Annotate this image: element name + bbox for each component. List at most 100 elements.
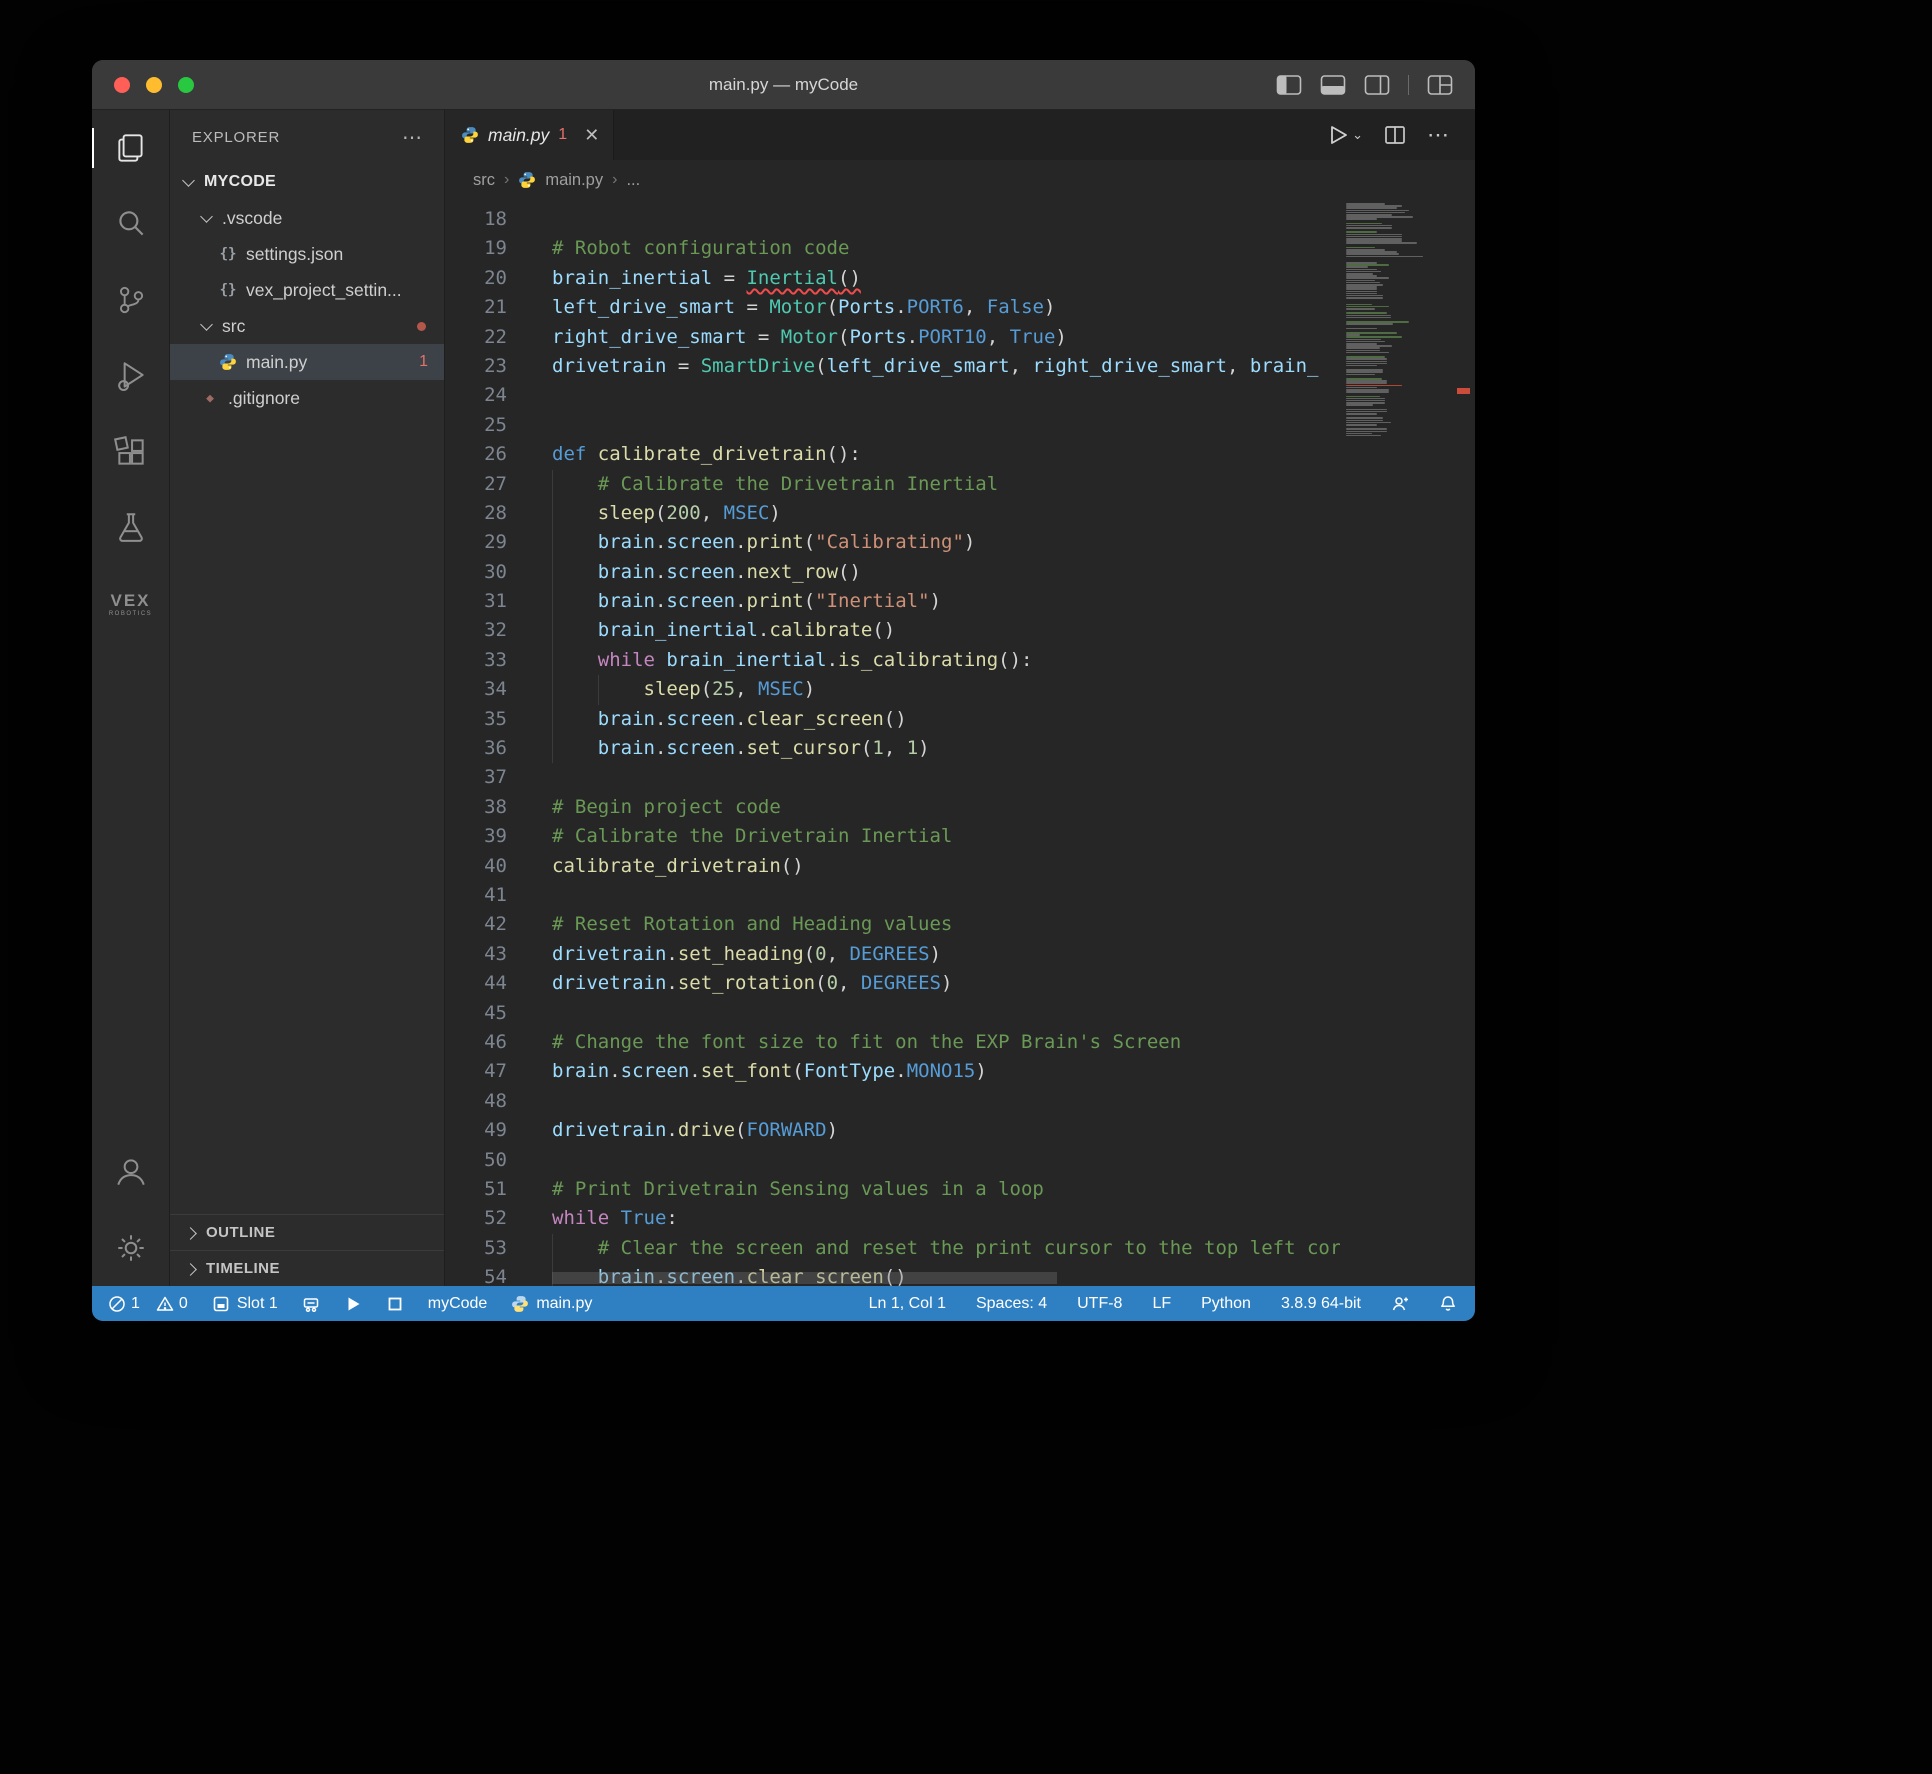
line-number[interactable]: 45	[445, 999, 507, 1028]
slot-selector[interactable]: Slot 1	[212, 1295, 278, 1313]
line-number[interactable]: 37	[445, 763, 507, 792]
line-number[interactable]: 48	[445, 1087, 507, 1116]
line-number[interactable]: 52	[445, 1204, 507, 1233]
code-line[interactable]: 46 # Change the font size to fit on the E…	[445, 1028, 1340, 1057]
line-number[interactable]: 42	[445, 910, 507, 939]
code-text[interactable]: brain.screen.print("Inertial")	[552, 587, 941, 616]
code-text[interactable]: right_drive_smart = Motor(Ports.PORT10, …	[552, 323, 1067, 352]
code-line[interactable]: 30 brain.screen.next_row()	[445, 558, 1340, 587]
problems-indicator[interactable]: 1 0	[108, 1295, 188, 1313]
timeline-panel-header[interactable]: TIMELINE	[170, 1250, 444, 1286]
code-text[interactable]: brain_inertial = Inertial()	[552, 264, 861, 293]
tree-item-vex-project-settin[interactable]: {}vex_project_settin...	[170, 272, 444, 308]
code-line[interactable]: 28 sleep(200, MSEC)	[445, 499, 1340, 528]
breadcrumb-symbol[interactable]: ...	[626, 171, 640, 190]
code-text[interactable]: # Reset Rotation and Heading values	[552, 910, 952, 939]
close-window-button[interactable]	[114, 77, 130, 93]
code-line[interactable]: 47brain.screen.set_font(FontType.MONO15)	[445, 1057, 1340, 1086]
code-text[interactable]: brain_inertial.calibrate()	[552, 616, 895, 645]
code-line[interactable]: 25	[445, 411, 1340, 440]
code-line[interactable]: 33 while brain_inertial.is_calibrating()…	[445, 646, 1340, 675]
code-line[interactable]: 51# Print Drivetrain Sensing values in a…	[445, 1175, 1340, 1204]
code-text[interactable]: # Robot configuration code	[552, 234, 849, 263]
run-python-file-button[interactable]: ⌄	[1326, 123, 1363, 147]
code-line[interactable]: 38 # Begin project code	[445, 793, 1340, 822]
line-number[interactable]: 38	[445, 793, 507, 822]
notifications-button[interactable]	[1439, 1295, 1457, 1313]
line-number[interactable]: 25	[445, 411, 507, 440]
breadcrumb-src[interactable]: src	[473, 171, 495, 190]
indentation-setting[interactable]: Spaces: 4	[976, 1295, 1047, 1313]
chevron-down-icon[interactable]: ⌄	[1352, 127, 1363, 143]
code-line[interactable]: 31 brain.screen.print("Inertial")	[445, 587, 1340, 616]
code-line[interactable]: 36 brain.screen.set_cursor(1, 1)	[445, 734, 1340, 763]
more-actions-icon[interactable]: ⋯	[1427, 122, 1451, 148]
code-line[interactable]: 53 # Clear the screen and reset the prin…	[445, 1234, 1340, 1263]
code-text[interactable]: sleep(200, MSEC)	[552, 499, 781, 528]
code-text[interactable]: # Begin project code	[552, 793, 781, 822]
line-number[interactable]: 34	[445, 675, 507, 704]
line-number[interactable]: 51	[445, 1175, 507, 1204]
line-number[interactable]: 49	[445, 1116, 507, 1145]
line-number[interactable]: 33	[445, 646, 507, 675]
line-number[interactable]: 18	[445, 205, 507, 234]
code-text[interactable]: brain.screen.print("Calibrating")	[552, 528, 975, 557]
activity-explorer[interactable]	[92, 110, 169, 186]
explorer-actions-icon[interactable]: ⋯	[402, 125, 424, 150]
code-text[interactable]: def calibrate_drivetrain():	[552, 440, 861, 469]
stop-project-button[interactable]	[386, 1295, 404, 1313]
encoding-setting[interactable]: UTF-8	[1077, 1295, 1122, 1313]
code-line[interactable]: 44drivetrain.set_rotation(0, DEGREES)	[445, 969, 1340, 998]
code-line[interactable]: 20 brain_inertial = Inertial()	[445, 264, 1340, 293]
run-project-button[interactable]	[344, 1295, 362, 1313]
code-text[interactable]: # Clear the screen and reset the print c…	[552, 1234, 1340, 1263]
line-number[interactable]: 50	[445, 1146, 507, 1175]
line-number[interactable]: 22	[445, 323, 507, 352]
minimap[interactable]	[1340, 200, 1452, 1286]
code-line[interactable]: 37	[445, 763, 1340, 792]
code-line[interactable]: 34 sleep(25, MSEC)	[445, 675, 1340, 704]
line-number[interactable]: 46	[445, 1028, 507, 1057]
line-number[interactable]: 26	[445, 440, 507, 469]
activity-testing[interactable]	[92, 490, 169, 566]
code-text[interactable]: drivetrain.set_heading(0, DEGREES)	[552, 940, 941, 969]
customize-layout-button[interactable]	[1427, 74, 1453, 96]
code-line[interactable]: 24	[445, 381, 1340, 410]
language-mode[interactable]: Python	[1201, 1295, 1251, 1313]
line-number[interactable]: 23	[445, 352, 507, 381]
line-number[interactable]: 41	[445, 881, 507, 910]
code-text[interactable]: # Calibrate the Drivetrain Inertial	[552, 470, 998, 499]
code-line[interactable]: 43 drivetrain.set_heading(0, DEGREES)	[445, 940, 1340, 969]
code-text[interactable]: drivetrain.drive(FORWARD)	[552, 1116, 838, 1145]
code-text[interactable]: while brain_inertial.is_calibrating():	[552, 646, 1033, 675]
tree-item-src[interactable]: src	[170, 308, 444, 344]
code-line[interactable]: 41	[445, 881, 1340, 910]
code-line[interactable]: 49 drivetrain.drive(FORWARD)	[445, 1116, 1340, 1145]
code-text[interactable]: left_drive_smart = Motor(Ports.PORT6, Fa…	[552, 293, 1055, 322]
tree-item-settings-json[interactable]: {}settings.json	[170, 236, 444, 272]
code-line[interactable]: 19# Robot configuration code	[445, 234, 1340, 263]
code-line[interactable]: 29 brain.screen.print("Calibrating")	[445, 528, 1340, 557]
code-text[interactable]: # Change the font size to fit on the EXP…	[552, 1028, 1181, 1057]
line-number[interactable]: 39	[445, 822, 507, 851]
code-line[interactable]: 26 def calibrate_drivetrain():	[445, 440, 1340, 469]
vertical-scrollbar[interactable]	[1452, 200, 1475, 1286]
code-line[interactable]: 45	[445, 999, 1340, 1028]
line-number[interactable]: 21	[445, 293, 507, 322]
code-line[interactable]: 35 brain.screen.clear_screen()	[445, 705, 1340, 734]
active-file-item[interactable]: main.py	[511, 1295, 592, 1313]
line-number[interactable]: 20	[445, 264, 507, 293]
activity-search[interactable]	[92, 186, 169, 262]
code-text[interactable]: brain.screen.clear_screen()	[552, 705, 907, 734]
line-number[interactable]: 29	[445, 528, 507, 557]
outline-panel-header[interactable]: OUTLINE	[170, 1214, 444, 1250]
line-number[interactable]: 43	[445, 940, 507, 969]
tree-item-main-py[interactable]: main.py1	[170, 344, 444, 380]
line-number[interactable]: 44	[445, 969, 507, 998]
python-interpreter[interactable]: 3.8.9 64-bit	[1281, 1295, 1361, 1313]
activity-run-debug[interactable]	[92, 338, 169, 414]
activity-settings[interactable]	[92, 1210, 169, 1286]
code-text[interactable]: brain.screen.next_row()	[552, 558, 861, 587]
tab-main-py[interactable]: main.py 1 ✕	[445, 110, 614, 160]
line-number[interactable]: 40	[445, 852, 507, 881]
